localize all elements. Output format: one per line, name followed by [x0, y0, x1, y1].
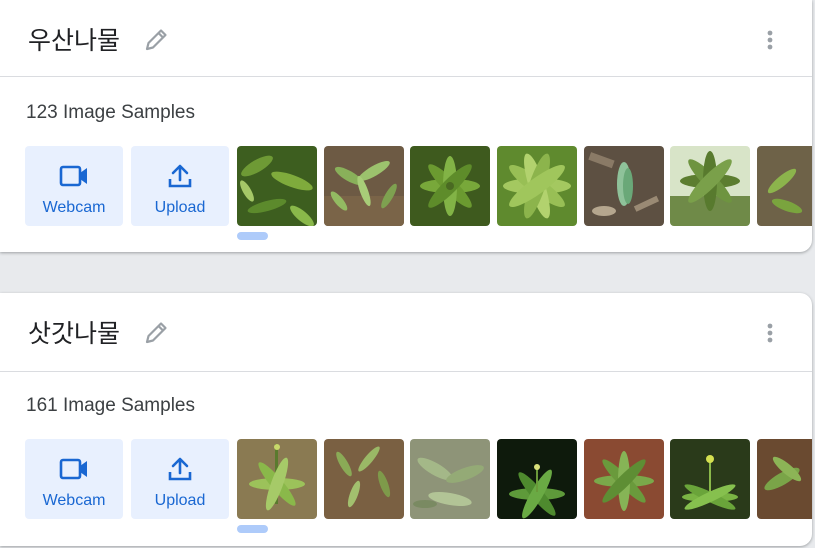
- plant-photo-image: [324, 146, 404, 226]
- pencil-edit-icon[interactable]: [142, 319, 170, 347]
- class-card: 삿갓나물 161 Image Samples Webcam Upload: [0, 293, 812, 546]
- class-name-title[interactable]: 우산나물: [28, 24, 120, 58]
- sample-thumbnail[interactable]: [757, 146, 812, 226]
- videocam-icon: [59, 165, 87, 187]
- sample-thumbnail[interactable]: [670, 146, 750, 226]
- class-name-title[interactable]: 삿갓나물: [28, 317, 120, 351]
- plant-photo-image: [237, 146, 317, 226]
- sample-thumbnail[interactable]: [670, 439, 750, 519]
- thumbnail-scroll-indicator[interactable]: [237, 232, 268, 240]
- plant-photo-image: [757, 146, 812, 226]
- upload-label: Upload: [154, 492, 206, 509]
- plant-photo-image: [670, 439, 750, 519]
- sample-thumbnail-strip[interactable]: [237, 146, 812, 226]
- sample-thumbnail[interactable]: [497, 439, 577, 519]
- upload-label: Upload: [154, 199, 206, 216]
- webcam-button[interactable]: Webcam: [25, 146, 123, 226]
- upload-icon: [168, 164, 192, 188]
- webcam-label: Webcam: [42, 199, 106, 216]
- plant-photo-image: [670, 146, 750, 226]
- class-card: 우산나물 123 Image Samples Webcam Upload: [0, 0, 812, 252]
- thumbnail-scroll-indicator[interactable]: [237, 525, 268, 533]
- webcam-label: Webcam: [42, 492, 106, 509]
- plant-photo-image: [757, 439, 812, 519]
- upload-button[interactable]: Upload: [131, 439, 229, 519]
- plant-photo-image: [237, 439, 317, 519]
- sample-thumbnail-strip[interactable]: [237, 439, 812, 519]
- pencil-edit-icon[interactable]: [142, 26, 170, 54]
- sample-thumbnail[interactable]: [497, 146, 577, 226]
- sample-thumbnail[interactable]: [410, 439, 490, 519]
- sample-count: 123 Image Samples: [26, 102, 195, 123]
- sample-thumbnail[interactable]: [410, 146, 490, 226]
- card-header: 우산나물: [0, 0, 812, 77]
- sample-thumbnail[interactable]: [237, 146, 317, 226]
- sample-thumbnail[interactable]: [584, 439, 664, 519]
- more-vert-icon[interactable]: [758, 321, 782, 345]
- plant-photo-image: [584, 439, 664, 519]
- webcam-button[interactable]: Webcam: [25, 439, 123, 519]
- upload-button[interactable]: Upload: [131, 146, 229, 226]
- upload-icon: [168, 457, 192, 481]
- plant-photo-image: [497, 439, 577, 519]
- plant-photo-image: [410, 439, 490, 519]
- sample-count: 161 Image Samples: [26, 395, 195, 416]
- plant-photo-image: [497, 146, 577, 226]
- sample-thumbnail[interactable]: [757, 439, 812, 519]
- sample-thumbnail[interactable]: [324, 439, 404, 519]
- plant-photo-image: [584, 146, 664, 226]
- videocam-icon: [59, 458, 87, 480]
- card-header: 삿갓나물: [0, 293, 812, 372]
- sample-thumbnail[interactable]: [237, 439, 317, 519]
- plant-photo-image: [410, 146, 490, 226]
- more-vert-icon[interactable]: [758, 28, 782, 52]
- sample-thumbnail[interactable]: [324, 146, 404, 226]
- sample-thumbnail[interactable]: [584, 146, 664, 226]
- plant-photo-image: [324, 439, 404, 519]
